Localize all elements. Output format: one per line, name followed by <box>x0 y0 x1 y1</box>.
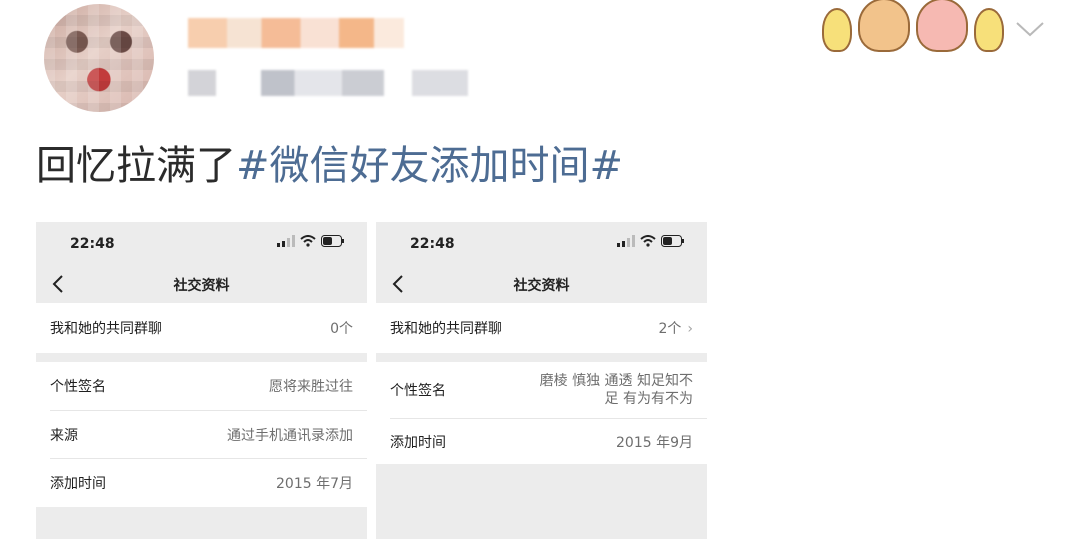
battery-icon <box>661 235 684 247</box>
avatar[interactable] <box>44 4 154 112</box>
signature-value-line2: 足 有为有不为 <box>604 391 693 407</box>
group-row[interactable]: 我和她的共同群聊 2个 › <box>376 303 707 353</box>
group-section: 我和她的共同群聊 2个 › <box>376 303 707 353</box>
nav-bar: 社交资料 <box>376 266 707 303</box>
info-section: 个性签名 愿将来胜过往 来源 通过手机通讯录添加 添加时间 2015 年7月 <box>36 362 367 507</box>
added-time-row: 添加时间 2015 年7月 <box>36 459 367 507</box>
signal-icon <box>617 235 635 247</box>
added-time-row: 添加时间 2015 年9月 <box>376 419 707 464</box>
username-blurred[interactable] <box>188 18 404 48</box>
added-time-value: 2015 年7月 <box>276 476 353 492</box>
page-title: 社交资料 <box>173 278 230 294</box>
decorative-sticker <box>822 0 1012 52</box>
source-row: 来源 通过手机通讯录添加 <box>36 411 367 458</box>
status-icons <box>277 235 345 247</box>
info-section: 个性签名 磨棱 慎独 通透 知足知不 足 有为有不为 添加时间 2015 年9月 <box>376 362 707 464</box>
source-value: 通过手机通讯录添加 <box>227 427 353 444</box>
signature-label: 个性签名 <box>50 379 106 395</box>
signature-value: 愿将来胜过往 <box>269 379 353 395</box>
signature-value: 磨棱 慎独 通透 知足知不 足 有为有不为 <box>540 372 693 408</box>
group-value-wrap: 2个 › <box>658 318 693 338</box>
status-icons <box>617 235 685 247</box>
added-time-label: 添加时间 <box>50 476 106 492</box>
signal-icon <box>277 235 295 247</box>
post-text: 回忆拉满了#微信好友添加时间# <box>36 138 623 194</box>
signature-value-line1: 磨棱 慎独 通透 知足知不 <box>539 373 693 389</box>
status-bar: 22:48 <box>36 222 367 266</box>
status-time: 22:48 <box>410 236 455 252</box>
group-value: 2个 <box>658 321 682 337</box>
group-row[interactable]: 我和她的共同群聊 0个 <box>36 303 367 353</box>
page-title: 社交资料 <box>513 278 570 294</box>
status-time: 22:48 <box>70 236 115 252</box>
group-label: 我和她的共同群聊 <box>50 321 162 337</box>
group-label: 我和她的共同群聊 <box>390 321 502 337</box>
wifi-icon <box>640 235 656 247</box>
section-separator <box>376 353 707 362</box>
section-separator <box>36 353 367 362</box>
chevron-down-icon[interactable] <box>1012 14 1048 44</box>
post-meta-blurred <box>188 70 468 96</box>
nav-bar: 社交资料 <box>36 266 367 303</box>
chevron-right-icon[interactable]: › <box>687 321 693 337</box>
screenshot-left[interactable]: 22:48 社交资料 我和她的共同群聊 0个 个性签名 愿将来胜过往 来源 通过… <box>36 222 367 539</box>
hashtag-link[interactable]: #微信好友添加时间# <box>236 143 623 189</box>
added-time-value: 2015 年9月 <box>616 434 693 451</box>
source-label: 来源 <box>50 427 78 444</box>
wifi-icon <box>300 235 316 247</box>
battery-icon <box>321 235 344 247</box>
signature-row: 个性签名 愿将来胜过往 <box>36 362 367 410</box>
post-text-plain: 回忆拉满了 <box>36 143 236 189</box>
status-bar: 22:48 <box>376 222 707 266</box>
added-time-label: 添加时间 <box>390 434 446 451</box>
group-section: 我和她的共同群聊 0个 <box>36 303 367 353</box>
signature-row: 个性签名 磨棱 慎独 通透 知足知不 足 有为有不为 <box>376 362 707 418</box>
screenshot-right[interactable]: 22:48 社交资料 我和她的共同群聊 2个 › 个性签名 磨棱 慎独 通透 知… <box>376 222 707 539</box>
signature-label: 个性签名 <box>390 383 446 399</box>
group-value: 0个 <box>330 321 353 337</box>
